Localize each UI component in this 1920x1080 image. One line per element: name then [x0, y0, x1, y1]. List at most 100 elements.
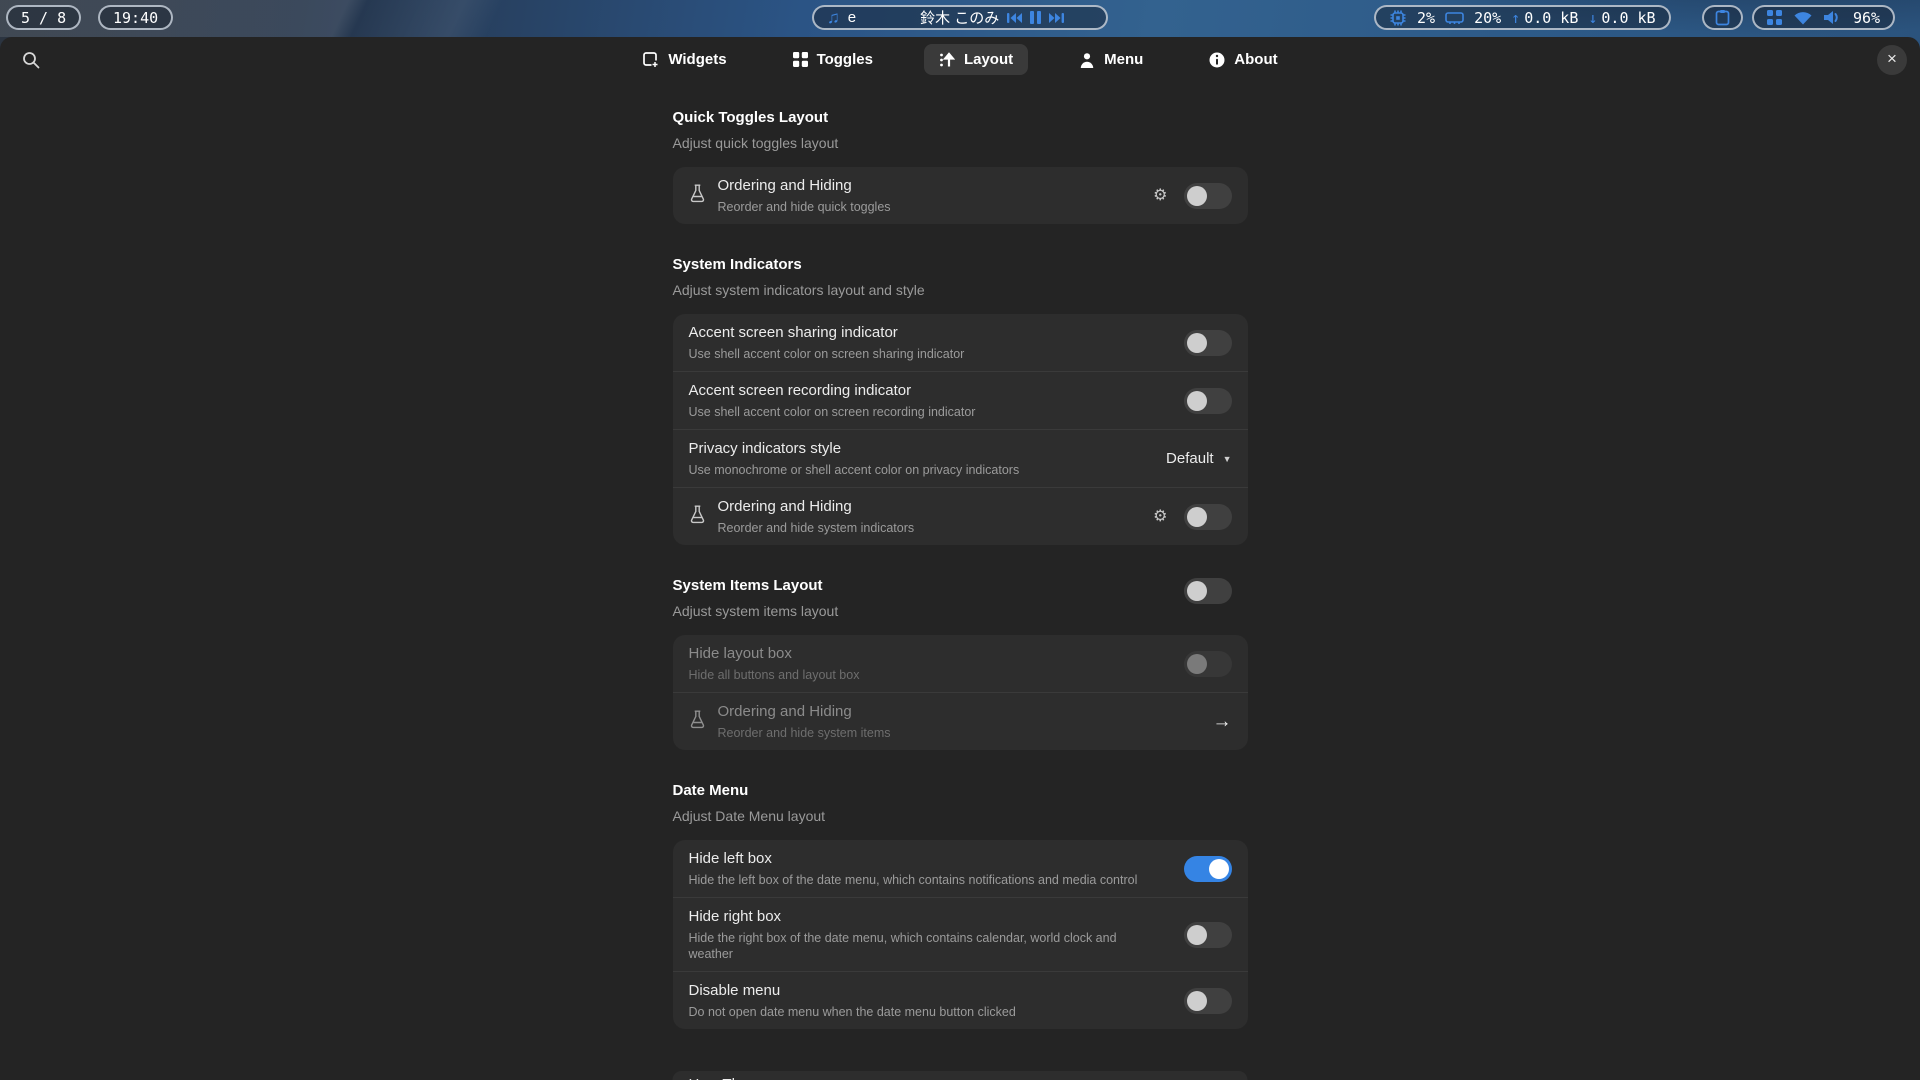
row-accent-screen-recording: Accent screen recording indicator Use sh… [673, 371, 1248, 429]
row-title: Privacy indicators style [689, 439, 1149, 458]
row-subtitle: Use shell accent color on screen sharing… [689, 346, 1159, 362]
download-arrow-icon: ↓ [1588, 9, 1597, 27]
toggle-knob [1187, 991, 1207, 1011]
toggle-ordering-indicators[interactable] [1184, 504, 1232, 530]
row-title: Ordering and Hiding [718, 497, 1136, 516]
header-bar: Widgets Toggles [0, 37, 1920, 83]
top-bar: 5 / 8 19:40 ♫ e 鈴木 このみ 2% [0, 0, 1920, 37]
card-date-menu: Hide left box Hide the left box of the d… [673, 840, 1248, 1029]
tab-toggles[interactable]: Toggles [778, 44, 888, 75]
workspace-label: 5 / 8 [21, 9, 66, 27]
row-title: Disable menu [689, 981, 1166, 1000]
toggle-hide-layout-box[interactable] [1184, 651, 1232, 677]
toggle-disable-menu[interactable] [1184, 988, 1232, 1014]
system-stats-indicator[interactable]: 2% 20% ↑ 0.0 kB ↓ 0.0 kB [1374, 5, 1671, 30]
toggle-ordering-quick-toggles[interactable] [1184, 183, 1232, 209]
tab-menu[interactable]: Menu [1064, 44, 1158, 75]
gear-icon[interactable]: ⚙ [1153, 509, 1167, 525]
toggle-accent-screen-sharing[interactable] [1184, 330, 1232, 356]
wifi-icon [1794, 11, 1812, 25]
row-hide-right-box: Hide right box Hide the right box of the… [673, 897, 1248, 971]
toggle-hide-right-box[interactable] [1184, 922, 1232, 948]
memory-usage: 20% [1474, 9, 1501, 27]
row-accent-screen-sharing: Accent screen sharing indicator Use shel… [673, 314, 1248, 371]
row-ordering-hiding-indicators: Ordering and Hiding Reorder and hide sys… [673, 487, 1248, 545]
toggle-hide-left-box[interactable] [1184, 856, 1232, 882]
media-player-label: e [848, 9, 856, 26]
tab-layout[interactable]: Layout [924, 44, 1028, 75]
net-up-value: 0.0 kB [1524, 9, 1578, 27]
row-title: Hide right box [689, 907, 1166, 926]
privacy-style-dropdown[interactable]: Default ▼ [1166, 450, 1231, 467]
volume-icon [1824, 10, 1841, 25]
section-title: System Indicators [673, 255, 1248, 275]
cpu-usage: 2% [1417, 9, 1435, 27]
workspace-indicator[interactable]: 5 / 8 [6, 5, 81, 30]
card-system-items: Hide layout box Hide all buttons and lay… [673, 635, 1248, 750]
music-note-icon: ♫ [827, 8, 840, 28]
row-subtitle: Reorder and hide quick toggles [718, 199, 1136, 215]
toggle-knob [1209, 859, 1229, 879]
row-subtitle: Hide the right box of the date menu, whi… [689, 930, 1159, 962]
gear-icon[interactable]: ⚙ [1153, 188, 1167, 204]
clipboard-icon [1715, 9, 1730, 26]
toggle-knob [1187, 391, 1207, 411]
section-subtitle: Adjust system items layout [673, 602, 1184, 620]
chevron-down-icon: ▼ [1223, 454, 1232, 464]
section-subtitle: Adjust Date Menu layout [673, 807, 1248, 825]
tab-label: Widgets [668, 51, 726, 68]
next-track-icon[interactable] [1049, 12, 1064, 24]
row-hide-layout-box: Hide layout box Hide all buttons and lay… [673, 635, 1248, 692]
tab-about[interactable]: About [1194, 44, 1292, 75]
row-ordering-hiding-system-items[interactable]: Ordering and Hiding Reorder and hide sys… [673, 692, 1248, 750]
close-icon[interactable]: × [1877, 45, 1907, 75]
toggle-knob [1187, 186, 1207, 206]
person-icon [1079, 52, 1095, 68]
toggles-grid-icon [793, 52, 808, 67]
tab-label: Layout [964, 51, 1013, 68]
row-title: How The [673, 1071, 1248, 1080]
experiment-flask-icon [689, 505, 706, 529]
clock-label: 19:40 [113, 9, 158, 27]
row-subtitle: Hide all buttons and layout box [689, 667, 1159, 683]
dropdown-value: Default [1166, 450, 1214, 467]
toggle-knob [1187, 507, 1207, 527]
widgets-icon [642, 51, 659, 68]
row-subtitle: Reorder and hide system indicators [718, 520, 1136, 536]
cpu-icon [1389, 9, 1407, 27]
section-title: Date Menu [673, 781, 1248, 801]
apps-grid-icon [1767, 10, 1782, 25]
toggle-system-items-layout[interactable] [1184, 578, 1232, 604]
tab-widgets[interactable]: Widgets [627, 44, 741, 75]
tab-label: Menu [1104, 51, 1143, 68]
net-down-value: 0.0 kB [1601, 9, 1655, 27]
system-menu-indicator[interactable]: 96% [1752, 5, 1895, 30]
clock-indicator[interactable]: 19:40 [98, 5, 173, 30]
experiment-flask-icon [689, 710, 706, 734]
section-header-system-items-layout: System Items Layout Adjust system items … [673, 576, 1248, 620]
section-subtitle: Adjust system indicators layout and styl… [673, 281, 1248, 299]
arrow-right-icon: → [1213, 711, 1232, 733]
section-header-date-menu: Date Menu Adjust Date Menu layout [673, 781, 1248, 825]
toggle-knob [1187, 925, 1207, 945]
previous-track-icon[interactable] [1007, 12, 1022, 24]
battery-percentage: 96% [1853, 9, 1880, 27]
preferences-window: Widgets Toggles [0, 37, 1920, 1080]
tab-bar: Widgets Toggles [0, 44, 1920, 75]
row-title: Hide layout box [689, 644, 1166, 663]
experiment-flask-icon [689, 184, 706, 208]
row-title: Ordering and Hiding [718, 702, 1195, 721]
row-ordering-hiding-quick-toggles: Ordering and Hiding Reorder and hide qui… [673, 167, 1248, 224]
clipboard-indicator[interactable] [1702, 5, 1743, 30]
row-subtitle: Reorder and hide system items [718, 725, 1188, 741]
row-subtitle: Do not open date menu when the date menu… [689, 1004, 1159, 1020]
toggle-knob [1187, 333, 1207, 353]
section-header-quick-toggles-layout: Quick Toggles Layout Adjust quick toggle… [673, 108, 1248, 152]
row-title: Hide left box [689, 849, 1166, 868]
toggle-knob [1187, 654, 1207, 674]
layout-page: Quick Toggles Layout Adjust quick toggle… [673, 83, 1248, 1029]
row-disable-menu: Disable menu Do not open date menu when … [673, 971, 1248, 1029]
media-player-indicator[interactable]: ♫ e 鈴木 このみ [812, 5, 1108, 30]
toggle-accent-screen-recording[interactable] [1184, 388, 1232, 414]
pause-icon[interactable] [1030, 11, 1041, 24]
